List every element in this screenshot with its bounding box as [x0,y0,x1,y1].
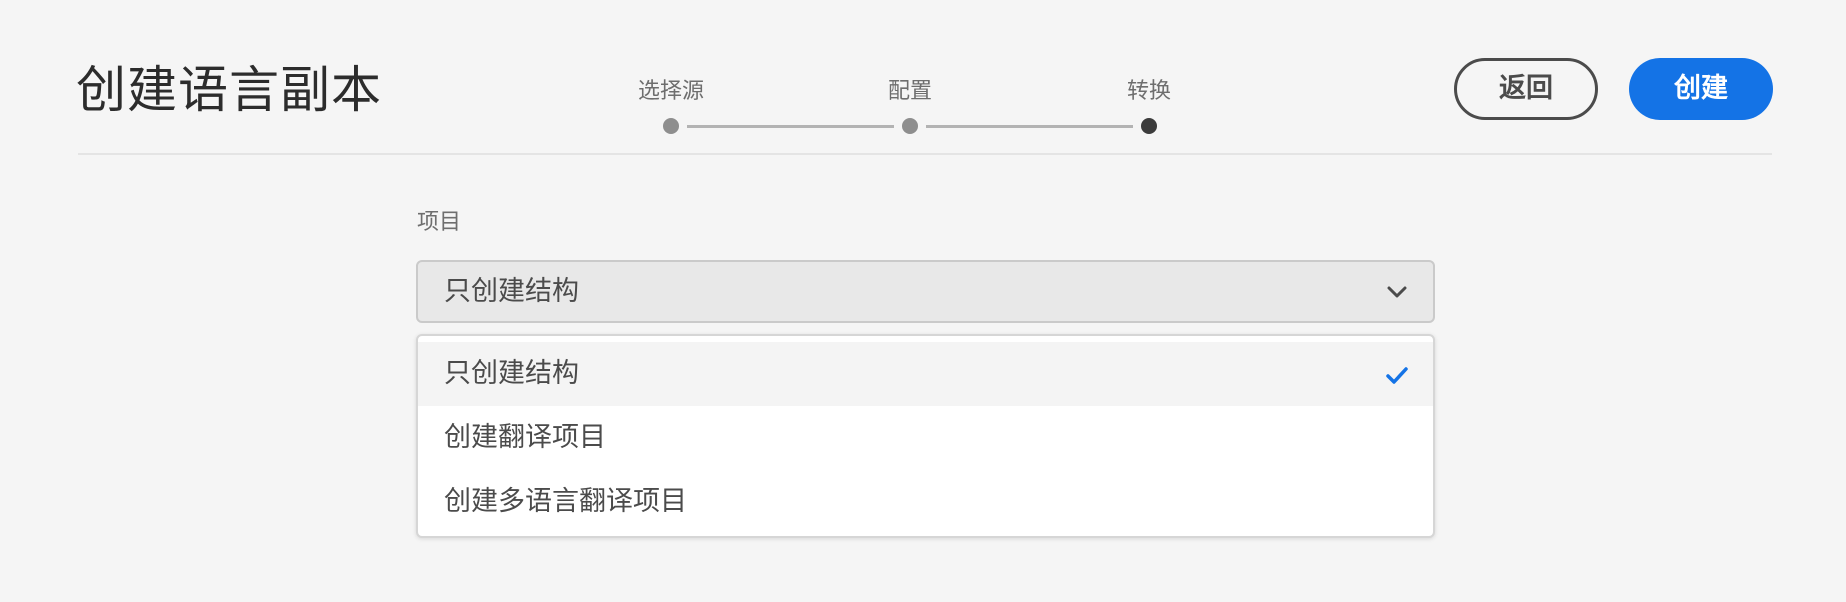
project-select[interactable]: 只创建结构 [416,260,1435,323]
menu-option-create-structure-only[interactable]: 只创建结构 [418,342,1433,406]
page-header: 创建语言副本 选择源 配置 转换 返回 创建 [0,0,1846,155]
step-dot-configure [902,118,918,134]
project-options-menu: 只创建结构 创建翻译项目 创建多语言翻译项目 [416,334,1435,538]
step-connector-1 [687,125,894,128]
chevron-down-icon [1387,284,1407,298]
option-label: 创建翻译项目 [444,422,606,453]
back-button[interactable]: 返回 [1454,58,1598,120]
step-label-select-source: 选择源 [637,79,705,104]
menu-option-create-translation-project[interactable]: 创建翻译项目 [418,406,1433,470]
create-language-copy-page: 创建语言副本 选择源 配置 转换 返回 创建 项目 只创建结构 只创建结构 创建… [0,0,1846,602]
option-label: 创建多语言翻译项目 [444,486,687,517]
header-divider [78,153,1772,155]
option-label: 只创建结构 [444,358,579,389]
step-connector-2 [926,125,1133,128]
checkmark-icon [1385,366,1409,386]
step-label-configure: 配置 [887,79,933,104]
step-label-convert: 转换 [1126,79,1172,104]
step-dot-select-source [663,118,679,134]
step-dot-convert-current [1141,118,1157,134]
project-field-label: 项目 [417,210,462,235]
create-button[interactable]: 创建 [1629,58,1773,120]
menu-option-create-multilingual-translation-project[interactable]: 创建多语言翻译项目 [418,470,1433,534]
project-select-value: 只创建结构 [444,276,579,307]
